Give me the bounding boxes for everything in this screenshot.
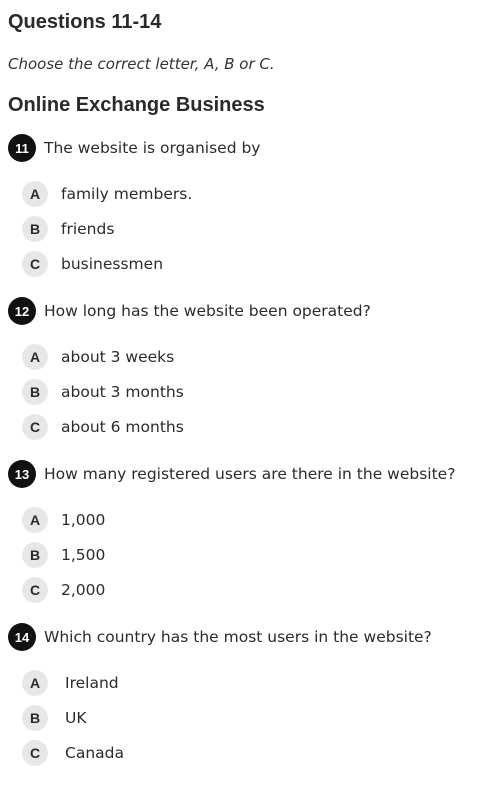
- instructions-letter-c: C: [259, 55, 270, 73]
- option-b[interactable]: B 1,500: [22, 537, 488, 572]
- instructions: Choose the correct letter, A, B or C.: [8, 54, 488, 74]
- options-list: A 1,000 B 1,500 C 2,000: [8, 502, 488, 607]
- option-letter-badge: B: [22, 215, 48, 242]
- option-letter-badge: C: [22, 576, 48, 603]
- quiz-page: Questions 11-14 Choose the correct lette…: [0, 0, 496, 796]
- option-letter-badge: C: [22, 413, 48, 440]
- option-text: Ireland: [65, 673, 119, 692]
- section-title: Questions 11-14: [8, 11, 162, 33]
- option-a[interactable]: A Ireland: [22, 665, 488, 700]
- option-c[interactable]: C Canada: [22, 735, 488, 770]
- question-number-badge: 11: [8, 134, 36, 162]
- option-text: 1,500: [61, 545, 106, 564]
- option-letter-badge: B: [22, 378, 48, 405]
- instructions-letter-a: A: [204, 55, 215, 73]
- option-letter-badge: A: [22, 343, 48, 370]
- option-a[interactable]: A 1,000: [22, 502, 488, 537]
- options-list: A about 3 weeks B about 3 months C about…: [8, 339, 488, 444]
- options-list: A family members. B friends C businessme…: [8, 176, 488, 281]
- option-c[interactable]: C businessmen: [22, 246, 488, 281]
- option-text: about 3 months: [61, 382, 184, 401]
- question-header: 11 The website is organised by: [8, 133, 488, 163]
- option-text: 1,000: [61, 510, 106, 529]
- option-text: Canada: [65, 743, 124, 762]
- question-11: 11 The website is organised by A family …: [8, 133, 488, 281]
- option-b[interactable]: B friends: [22, 211, 488, 246]
- option-b[interactable]: B about 3 months: [22, 374, 488, 409]
- question-13: 13 How many registered users are there i…: [8, 459, 488, 607]
- question-text: Which country has the most users in the …: [44, 628, 432, 646]
- option-a[interactable]: A about 3 weeks: [22, 339, 488, 374]
- option-text: family members.: [61, 184, 193, 203]
- option-text: friends: [61, 219, 115, 238]
- question-12: 12 How long has the website been operate…: [8, 296, 488, 444]
- question-header: 12 How long has the website been operate…: [8, 296, 488, 326]
- question-header: 14 Which country has the most users in t…: [8, 622, 488, 652]
- question-number-badge: 14: [8, 623, 36, 651]
- option-text: 2,000: [61, 580, 106, 599]
- option-letter-badge: A: [22, 506, 48, 533]
- option-text: about 3 weeks: [61, 347, 175, 366]
- option-text: UK: [65, 708, 87, 727]
- option-text: businessmen: [61, 254, 164, 273]
- instructions-letter-b: B: [224, 55, 235, 73]
- instructions-suffix: .: [269, 55, 275, 73]
- option-c[interactable]: C 2,000: [22, 572, 488, 607]
- option-letter-badge: A: [22, 669, 48, 696]
- option-a[interactable]: A family members.: [22, 176, 488, 211]
- instructions-prefix: Choose the correct letter,: [8, 55, 205, 73]
- option-b[interactable]: B UK: [22, 700, 488, 735]
- question-text: How many registered users are there in t…: [44, 465, 456, 483]
- instructions-sep1: ,: [214, 55, 225, 73]
- option-text: about 6 months: [61, 417, 184, 436]
- passage-subtitle: Online Exchange Business: [8, 94, 265, 116]
- option-letter-badge: A: [22, 180, 48, 207]
- option-c[interactable]: C about 6 months: [22, 409, 488, 444]
- option-letter-badge: B: [22, 541, 48, 568]
- option-letter-badge: C: [22, 739, 48, 766]
- question-number-badge: 13: [8, 460, 36, 488]
- option-letter-badge: C: [22, 250, 48, 277]
- question-14: 14 Which country has the most users in t…: [8, 622, 488, 770]
- instructions-sep2: or: [234, 55, 260, 73]
- question-text: The website is organised by: [44, 139, 261, 157]
- question-number-badge: 12: [8, 297, 36, 325]
- options-list: A Ireland B UK C Canada: [8, 665, 488, 770]
- option-letter-badge: B: [22, 704, 48, 731]
- question-header: 13 How many registered users are there i…: [8, 459, 488, 489]
- question-text: How long has the website been operated?: [44, 302, 371, 320]
